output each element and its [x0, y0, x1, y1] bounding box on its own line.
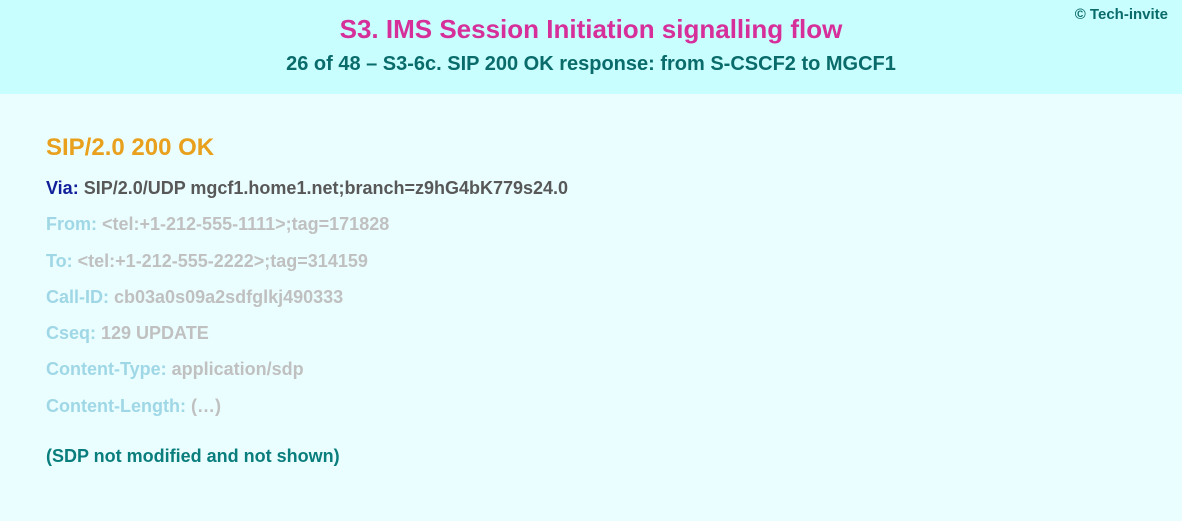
sip-header-value: SIP/2.0/UDP mgcf1.home1.net;branch=z9hG4…: [84, 178, 568, 198]
page-subtitle: 26 of 48 – S3-6c. SIP 200 OK response: f…: [20, 53, 1162, 76]
sip-header-value: (…): [191, 396, 221, 416]
sip-message-block: SIP/2.0 200 OK Via: SIP/2.0/UDP mgcf1.ho…: [0, 94, 1182, 487]
sip-header-row: Call-ID: cb03a0s09a2sdfglkj490333: [46, 285, 1136, 309]
page-header: © Tech-invite S3. IMS Session Initiation…: [0, 0, 1182, 94]
sip-header-colon: :: [91, 214, 102, 234]
sip-header-colon: :: [180, 396, 191, 416]
sip-header-colon: :: [73, 178, 84, 198]
sip-header-colon: :: [67, 251, 78, 271]
sip-header-name: Via: [46, 178, 73, 198]
sip-headers-list: Via: SIP/2.0/UDP mgcf1.home1.net;branch=…: [46, 176, 1136, 418]
sip-header-row: Content-Type: application/sdp: [46, 357, 1136, 381]
sip-header-colon: :: [161, 359, 172, 379]
copyright-label: © Tech-invite: [1075, 6, 1168, 23]
sip-header-row: From: <tel:+1-212-555-1111>;tag=171828: [46, 212, 1136, 236]
sip-header-value: <tel:+1-212-555-2222>;tag=314159: [78, 251, 368, 271]
sip-header-name: Cseq: [46, 323, 90, 343]
sip-header-name: Call-ID: [46, 287, 103, 307]
sip-header-name: To: [46, 251, 67, 271]
sip-header-name: From: [46, 214, 91, 234]
sip-header-value: cb03a0s09a2sdfglkj490333: [114, 287, 343, 307]
sip-status-line: SIP/2.0 200 OK: [46, 134, 1136, 162]
sip-header-row: Content-Length: (…): [46, 394, 1136, 418]
sdp-note: (SDP not modified and not shown): [46, 446, 1136, 467]
sip-header-value: <tel:+1-212-555-1111>;tag=171828: [102, 214, 389, 234]
sip-header-name: Content-Type: [46, 359, 161, 379]
sip-header-value: 129 UPDATE: [101, 323, 209, 343]
sip-header-row: Cseq: 129 UPDATE: [46, 321, 1136, 345]
page-title: S3. IMS Session Initiation signalling fl…: [20, 14, 1162, 45]
sip-header-name: Content-Length: [46, 396, 180, 416]
sip-header-colon: :: [103, 287, 114, 307]
sip-header-colon: :: [90, 323, 101, 343]
sip-header-row: To: <tel:+1-212-555-2222>;tag=314159: [46, 249, 1136, 273]
sip-header-row: Via: SIP/2.0/UDP mgcf1.home1.net;branch=…: [46, 176, 1136, 200]
sip-header-value: application/sdp: [172, 359, 304, 379]
